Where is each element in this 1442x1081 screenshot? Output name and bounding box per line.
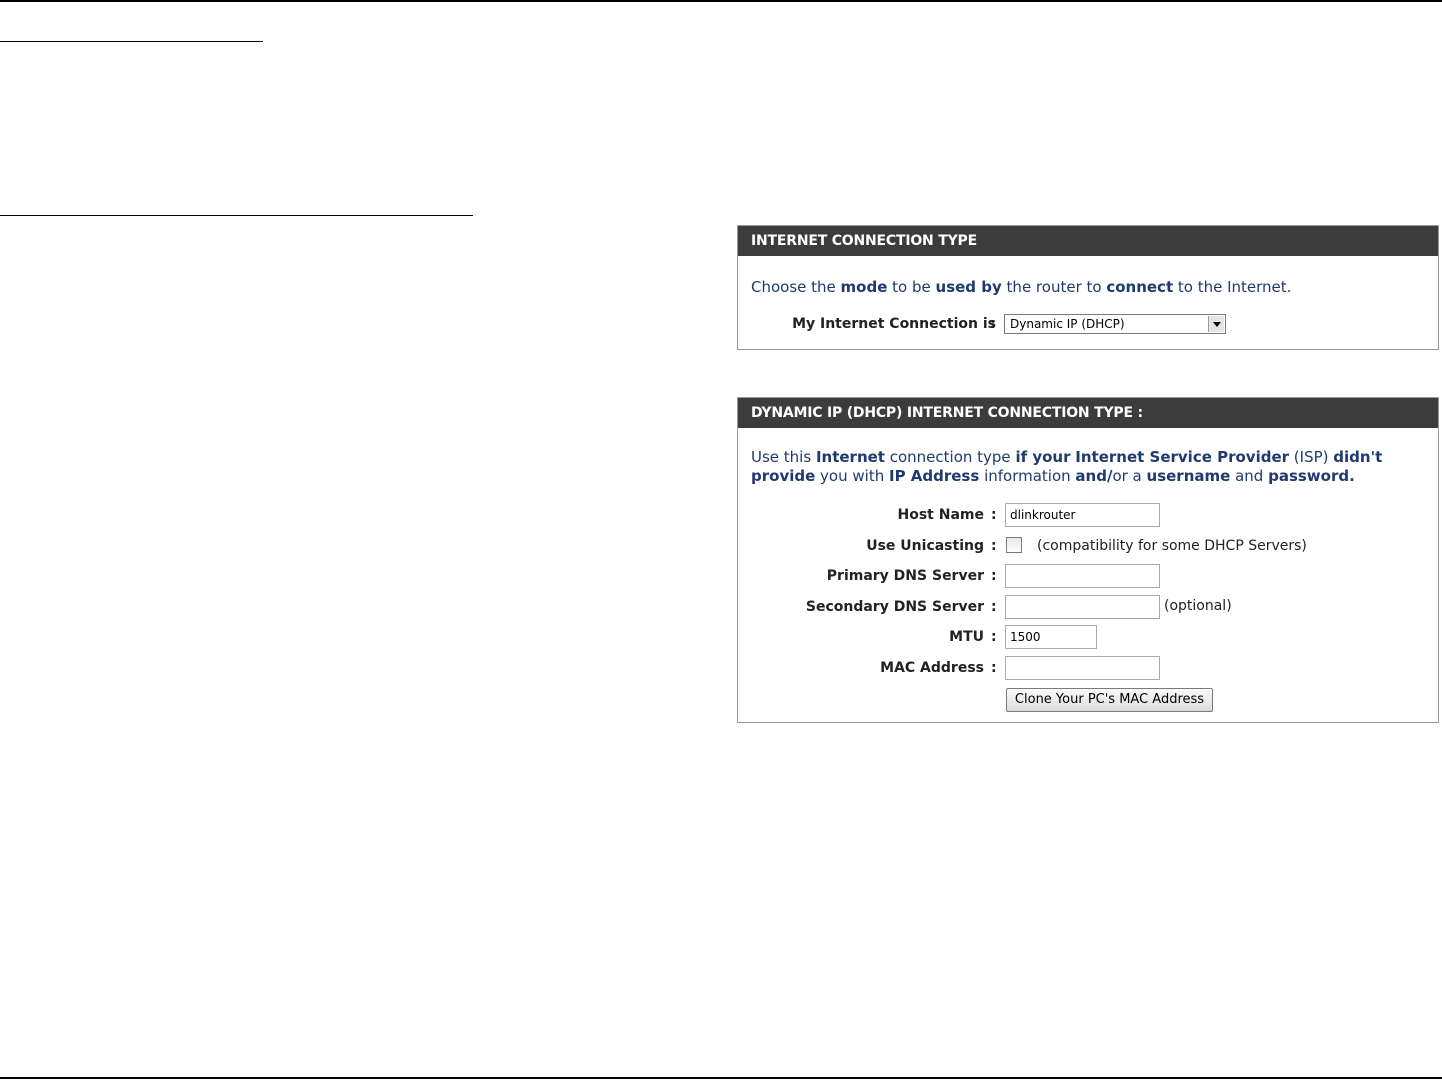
chevron-down-icon[interactable]: [1208, 316, 1224, 332]
mtu-label: MTU: [949, 629, 984, 645]
secondary-dns-input[interactable]: [1005, 595, 1160, 619]
unicasting-checkbox[interactable]: [1006, 537, 1022, 553]
primary-dns-input[interactable]: [1005, 564, 1160, 588]
top-rule: [0, 0, 1442, 2]
colon: :: [990, 316, 996, 332]
colon: :: [991, 660, 997, 676]
connection-type-label: My Internet Connection is: [792, 316, 996, 332]
mac-address-label: MAC Address: [880, 660, 984, 676]
colon: :: [991, 538, 997, 554]
clone-mac-address-button[interactable]: Clone Your PC's MAC Address: [1006, 688, 1213, 712]
unicasting-label: Use Unicasting: [866, 538, 984, 554]
colon: :: [991, 507, 997, 523]
internet-connection-type-panel: INTERNET CONNECTION TYPE Choose the mode…: [737, 225, 1439, 350]
primary-dns-row: Primary DNS Server :: [738, 564, 1438, 588]
mtu-input[interactable]: [1005, 625, 1097, 649]
mac-address-input[interactable]: [1005, 656, 1160, 680]
mtu-row: MTU :: [738, 625, 1438, 649]
mac-address-row: MAC Address :: [738, 656, 1438, 680]
section-underline-1: [0, 41, 263, 42]
panel-header: DYNAMIC IP (DHCP) INTERNET CONNECTION TY…: [738, 398, 1438, 428]
connection-type-row: My Internet Connection is : Dynamic IP (…: [738, 314, 1438, 334]
panel-description: Use this Internet connection type if you…: [751, 448, 1383, 485]
host-name-label: Host Name: [897, 507, 984, 523]
host-name-row: Host Name :: [738, 503, 1438, 527]
unicasting-row: Use Unicasting : (compatibility for some…: [738, 534, 1438, 558]
colon: :: [991, 568, 997, 584]
clone-button-row: Clone Your PC's MAC Address: [738, 688, 1438, 712]
colon: :: [991, 629, 997, 645]
colon: :: [991, 599, 997, 615]
connection-type-value: Dynamic IP (DHCP): [1010, 317, 1125, 331]
dhcp-connection-panel: DYNAMIC IP (DHCP) INTERNET CONNECTION TY…: [737, 397, 1439, 723]
secondary-dns-row: Secondary DNS Server : (optional): [738, 595, 1438, 619]
host-name-input[interactable]: [1005, 503, 1160, 527]
section-underline-2: [0, 215, 473, 216]
secondary-dns-hint: (optional): [1164, 598, 1232, 614]
secondary-dns-label: Secondary DNS Server: [805, 599, 984, 615]
panel-header: INTERNET CONNECTION TYPE: [738, 226, 1438, 256]
panel-description: Choose the mode to be used by the router…: [751, 278, 1292, 296]
bottom-rule: [0, 1077, 1442, 1079]
connection-type-select[interactable]: Dynamic IP (DHCP): [1004, 314, 1226, 334]
primary-dns-label: Primary DNS Server: [826, 568, 984, 584]
unicasting-hint: (compatibility for some DHCP Servers): [1037, 538, 1307, 554]
